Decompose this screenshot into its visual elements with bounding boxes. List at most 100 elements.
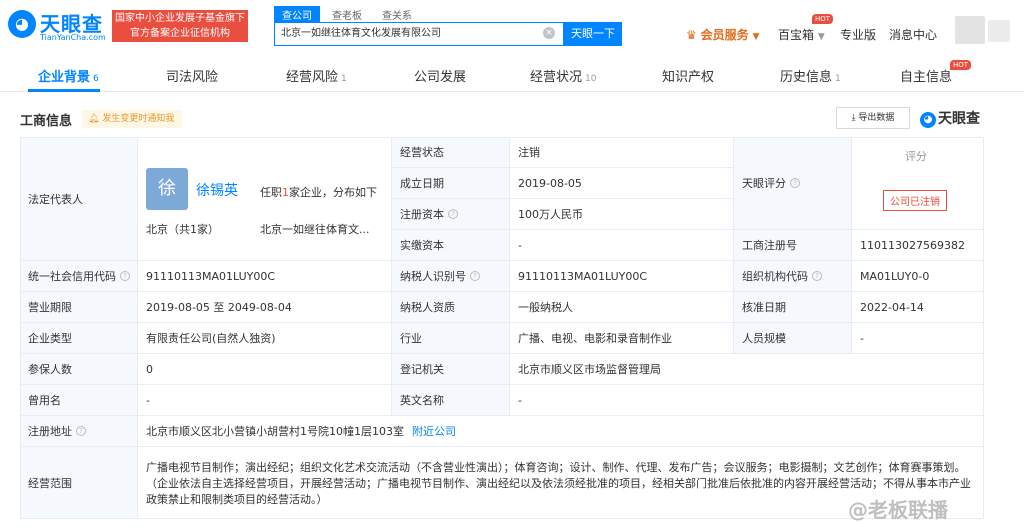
- clear-icon[interactable]: ×: [543, 27, 555, 39]
- insured-value: 0: [138, 354, 392, 385]
- active-tab-indicator: [28, 89, 100, 92]
- tax-qualification-label: 纳税人资质: [392, 292, 510, 323]
- address-cell: 北京市顺义区北小营镇小胡营村1号院10幢1层103室 附近公司: [138, 416, 984, 447]
- chevron-down-icon: ▼: [752, 32, 760, 42]
- term-value: 2019-08-05 至 2049-08-04: [138, 292, 392, 323]
- search-input[interactable]: 北京一如继往体育文化发展有限公司: [274, 22, 564, 46]
- change-notify-button[interactable]: 🔔︎ 发生变更时通知我: [82, 110, 183, 128]
- paid-capital-label: 实缴资本: [392, 230, 510, 261]
- credit-code-label: 统一社会信用代码?: [20, 261, 138, 292]
- tab-operations[interactable]: 经营状况 10: [530, 66, 596, 85]
- company-type-value: 有限责任公司(自然人独资): [138, 323, 392, 354]
- approve-date-value: 2022-04-14: [852, 292, 984, 323]
- english-name-label: 英文名称: [392, 385, 510, 416]
- info-icon[interactable]: ?: [812, 271, 822, 281]
- company-tabs: 企业背景 6 司法风险 经营风险 1 公司发展 经营状况 10 知识产权 历史信息 1 …: [0, 56, 1024, 92]
- term-label: 营业期限: [20, 292, 138, 323]
- insured-label: 参保人数: [20, 354, 138, 385]
- logo-mark-icon: ◕: [8, 10, 36, 38]
- rep-positions: 任职1家企业，分布如下: [260, 186, 377, 199]
- message-center-label: 消息中心: [889, 28, 938, 42]
- score-title: 评分: [905, 150, 927, 163]
- status-label: 经营状态: [392, 137, 510, 168]
- logo-subtext: TianYanCha.com: [40, 33, 106, 42]
- rep-name-link[interactable]: 徐锡英: [196, 180, 238, 200]
- approve-date-label: 核准日期: [734, 292, 852, 323]
- chevron-down-icon: ▼: [817, 32, 825, 42]
- tab-background[interactable]: 企业背景 6: [38, 66, 99, 85]
- banner-line-2: 官方备案企业征信机构: [130, 28, 230, 39]
- tab-history[interactable]: 历史信息 1: [780, 66, 841, 85]
- org-code-label: 组织机构代码?: [734, 261, 852, 292]
- regno-label: 工商注册号: [734, 230, 852, 261]
- legal-rep-label: 法定代表人: [20, 137, 138, 261]
- info-icon[interactable]: ?: [120, 271, 130, 281]
- tab-judicial-risk[interactable]: 司法风险: [166, 66, 221, 85]
- tab-self-info[interactable]: 自主信息: [900, 66, 955, 85]
- brand-mark: ◕ 天眼查: [920, 108, 980, 128]
- section-title: 工商信息: [20, 114, 73, 129]
- org-code-value: MA01LUY0-0: [852, 261, 984, 292]
- authority-label: 登记机关: [392, 354, 510, 385]
- top-header: ◕ 天眼查 TianYanCha.com 国家中小企业发展子基金旗下 官方备案企…: [0, 0, 1024, 52]
- search-button[interactable]: 天眼一下: [564, 22, 622, 46]
- staff-size-value: -: [852, 323, 984, 354]
- former-name-value: -: [138, 385, 392, 416]
- user-menu[interactable]: [988, 20, 1010, 42]
- info-icon[interactable]: ?: [76, 426, 86, 436]
- avatar[interactable]: [955, 16, 985, 44]
- tab-development[interactable]: 公司发展: [414, 66, 469, 85]
- vip-service-link[interactable]: ♛ 会员服务 ▼: [686, 26, 759, 43]
- former-name-label: 曾用名: [20, 385, 138, 416]
- deregistered-stamp: 公司已注销: [883, 190, 947, 211]
- english-name-value: -: [510, 385, 984, 416]
- address-label: 注册地址?: [20, 416, 138, 447]
- company-type-label: 企业类型: [20, 323, 138, 354]
- established-label: 成立日期: [392, 168, 510, 199]
- export-data-button[interactable]: ⤓ 导出数据: [836, 107, 910, 129]
- industry-label: 行业: [392, 323, 510, 354]
- authority-value: 北京市顺义区市场监督管理局: [510, 354, 984, 385]
- rep-avatar[interactable]: 徐: [146, 168, 188, 210]
- hot-badge: HOT: [812, 14, 834, 24]
- paid-capital-value: -: [510, 230, 734, 261]
- notify-label: 发生变更时通知我: [102, 114, 175, 124]
- established-value: 2019-08-05: [510, 168, 734, 199]
- crown-icon: ♛: [686, 28, 697, 42]
- banner-line-1: 国家中小企业发展子基金旗下: [115, 13, 245, 24]
- toolbox-link[interactable]: 百宝箱 ▼: [778, 26, 825, 43]
- capital-label: 注册资本?: [392, 199, 510, 230]
- scope-label: 经营范围: [20, 447, 138, 519]
- nearby-companies-link[interactable]: 附近公司: [412, 423, 456, 439]
- hot-badge: HOT: [950, 60, 972, 70]
- address-value: 北京市顺义区北小营镇小胡营村1号院10幢1层103室: [146, 425, 404, 438]
- info-icon[interactable]: ?: [470, 271, 480, 281]
- tax-qualification-value: 一般纳税人: [510, 292, 734, 323]
- taxid-label: 纳税人识别号?: [392, 261, 510, 292]
- info-icon[interactable]: ?: [448, 209, 458, 219]
- search-tab-company[interactable]: 查公司: [274, 6, 320, 23]
- pro-version-link[interactable]: 专业版: [840, 26, 876, 43]
- download-icon: ⤓: [851, 113, 856, 123]
- tab-operating-risk[interactable]: 经营风险 1: [286, 66, 347, 85]
- toolbox-label: 百宝箱: [778, 28, 815, 42]
- bell-icon: 🔔︎: [88, 114, 100, 124]
- info-icon[interactable]: ?: [790, 178, 800, 188]
- rep-company-link[interactable]: 北京一如继往体育文...: [260, 221, 370, 237]
- credit-code-value: 91110113MA01LUY00C: [138, 261, 392, 292]
- status-value: 注销: [510, 137, 734, 168]
- watermark: @老板联播: [848, 498, 948, 522]
- search-tab-boss[interactable]: 查老板: [324, 6, 370, 23]
- message-center-link[interactable]: 消息中心: [889, 26, 937, 43]
- official-banner: 国家中小企业发展子基金旗下 官方备案企业征信机构: [112, 10, 248, 42]
- vip-label: 会员服务: [700, 28, 749, 42]
- export-label: 导出数据: [858, 113, 895, 123]
- search-tab-relation[interactable]: 查关系: [374, 6, 420, 23]
- taxid-value: 91110113MA01LUY00C: [510, 261, 734, 292]
- regno-value: 110113027569382: [852, 230, 984, 261]
- tab-ip[interactable]: 知识产权: [662, 66, 717, 85]
- rep-location: 北京（共1家）: [146, 223, 219, 236]
- site-logo[interactable]: ◕ 天眼查 TianYanCha.com: [8, 8, 108, 44]
- search-type-tabs: 查公司 查老板 查关系: [274, 6, 424, 23]
- capital-value: 100万人民币: [510, 199, 734, 230]
